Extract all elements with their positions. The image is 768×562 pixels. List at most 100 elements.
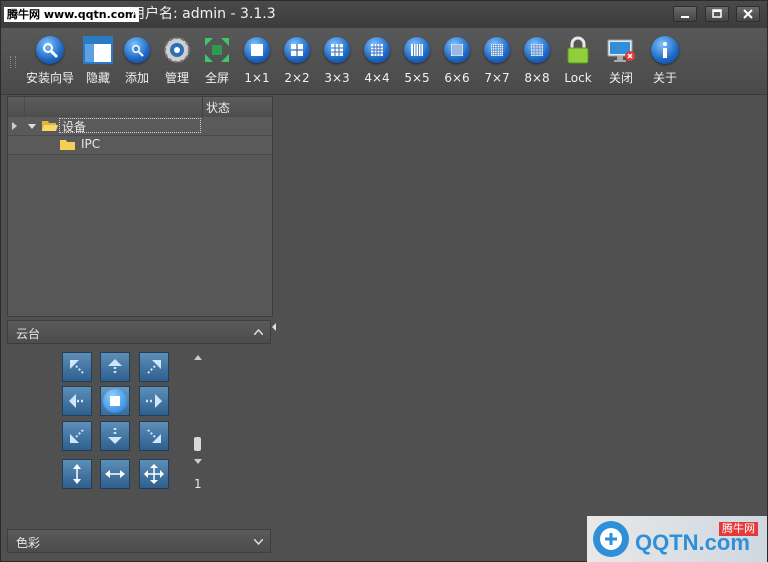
arrow-down-left-icon [70, 429, 84, 443]
tree-label-ipc: IPC [81, 137, 101, 151]
toolbar-label: 关于 [652, 71, 677, 85]
close-icon [743, 9, 753, 19]
chevron-down-icon[interactable] [254, 539, 263, 545]
vertical-arrows-icon [73, 464, 81, 484]
toolbar-label: 4×4 [364, 71, 390, 85]
ptz-left-button[interactable] [62, 386, 92, 416]
toolbar-label: 2×2 [284, 71, 310, 85]
ptz-right-button[interactable] [139, 386, 169, 416]
toolbar-wizard-button[interactable]: 安装向导 [25, 34, 75, 90]
tree-row-devices[interactable]: 设备 [8, 117, 272, 136]
layout-3x3-icon [321, 34, 353, 66]
toolbar-layout-2x2-button[interactable]: 2×2 [281, 34, 313, 90]
toolbar-layout-3x3-button[interactable]: 3×3 [321, 34, 353, 90]
ptz-speed-value: 1 [194, 477, 202, 491]
minimize-icon [681, 16, 689, 18]
stop-icon [103, 389, 127, 413]
color-title: 色彩 [16, 536, 41, 550]
layout-4x4-icon [361, 34, 393, 66]
watermark: 腾牛网 www.qqtn.com [4, 7, 140, 22]
toolbar-label: 隐藏 [85, 71, 110, 85]
brand-logo: QQTN.com 腾牛网 [587, 516, 767, 562]
main-window: 腾牛网 www.qqtn.com 用户名: admin - 3.1.3 安装向导… [0, 0, 768, 562]
ptz-up-left-button[interactable] [62, 352, 92, 382]
ptz-title: 云台 [16, 327, 41, 341]
toolbar: 安装向导 隐藏 添加 管理 全屏 1×1 2×2 3×3 4×4 5×5 6×6… [1, 28, 767, 95]
info-icon [649, 34, 681, 66]
folder-open-icon [42, 121, 58, 131]
tree-row-ipc[interactable]: IPC [8, 136, 272, 155]
toolbar-grip[interactable] [10, 56, 16, 68]
toolbar-layout-6x6-button[interactable]: 6×6 [441, 34, 473, 90]
maximize-button[interactable] [705, 6, 729, 22]
tree-label-devices: 设备 [62, 120, 87, 134]
toolbar-label: 3×3 [324, 71, 350, 85]
toolbar-fullscreen-button[interactable]: 全屏 [201, 34, 233, 90]
device-tree-panel: 状态 设备 IPC [7, 96, 273, 317]
ptz-horizontal-button[interactable] [100, 459, 130, 489]
scroll-up-icon[interactable] [194, 355, 202, 360]
arrow-down-icon [108, 428, 122, 444]
maximize-icon [712, 9, 722, 18]
toolbar-layout-1x1-button[interactable]: 1×1 [241, 34, 273, 90]
slider-thumb[interactable] [194, 437, 201, 451]
chevron-up-icon[interactable] [254, 329, 263, 335]
fullscreen-icon [201, 34, 233, 66]
toolbar-add-button[interactable]: 添加 [121, 34, 153, 90]
brand-logo-badge: 腾牛网 [719, 522, 758, 536]
status-column-header[interactable]: 状态 [206, 99, 230, 116]
arrow-left-icon [69, 394, 85, 408]
toolbar-label: 8×8 [524, 71, 550, 85]
layout-8x8-icon [521, 34, 553, 66]
toolbar-manage-button[interactable]: 管理 [161, 34, 193, 90]
toolbar-close-screen-button[interactable]: 关闭 [605, 34, 637, 90]
toolbar-label: 1×1 [244, 71, 270, 85]
toolbar-layout-8x8-button[interactable]: 8×8 [521, 34, 553, 90]
toolbar-about-button[interactable]: 关于 [649, 34, 681, 90]
video-area[interactable] [275, 96, 767, 516]
toolbar-label: 5×5 [404, 71, 430, 85]
wizard-icon [34, 34, 66, 66]
ptz-speed-slider[interactable] [193, 353, 203, 469]
gear-icon [161, 34, 193, 66]
ptz-panel-header[interactable]: 云台 [7, 320, 271, 344]
layout-1x1-icon [241, 34, 273, 66]
toolbar-label: 6×6 [444, 71, 470, 85]
toolbar-layout-7x7-button[interactable]: 7×7 [481, 34, 513, 90]
ptz-down-right-button[interactable] [139, 421, 169, 451]
arrow-up-left-icon [70, 360, 84, 374]
minimize-button[interactable] [673, 6, 697, 22]
folder-icon [60, 140, 75, 150]
layout-2x2-icon [281, 34, 313, 66]
arrow-down-right-icon [147, 429, 161, 443]
color-panel-header[interactable]: 色彩 [7, 529, 271, 553]
toolbar-label: 管理 [164, 71, 189, 85]
lock-icon [562, 34, 594, 66]
ptz-stop-button[interactable] [100, 386, 130, 416]
toolbar-label: Lock [564, 71, 592, 85]
arrow-up-icon [108, 359, 122, 375]
close-button[interactable] [736, 6, 760, 22]
ptz-up-right-button[interactable] [139, 352, 169, 382]
tree-header: 状态 [8, 97, 272, 118]
scroll-down-icon[interactable] [194, 459, 202, 464]
hide-panel-icon [82, 34, 114, 66]
toolbar-label: 安装向导 [25, 71, 74, 85]
ptz-all-direction-button[interactable] [139, 459, 169, 489]
toolbar-label: 添加 [124, 71, 149, 85]
close-screen-icon [605, 34, 637, 66]
toolbar-lock-button[interactable]: Lock [561, 34, 595, 90]
ptz-down-button[interactable] [100, 421, 130, 451]
layout-5x5-icon [401, 34, 433, 66]
search-add-icon [121, 34, 153, 66]
toolbar-hide-button[interactable]: 隐藏 [81, 34, 115, 90]
ptz-down-left-button[interactable] [62, 421, 92, 451]
toolbar-layout-4x4-button[interactable]: 4×4 [361, 34, 393, 90]
toolbar-label: 关闭 [608, 71, 633, 85]
toolbar-layout-5x5-button[interactable]: 5×5 [401, 34, 433, 90]
layout-6x6-icon [441, 34, 473, 66]
chevron-down-icon[interactable] [28, 124, 36, 129]
title-bar[interactable]: 腾牛网 www.qqtn.com 用户名: admin - 3.1.3 [1, 1, 767, 28]
ptz-zoom-vertical-button[interactable] [62, 459, 92, 489]
ptz-up-button[interactable] [100, 352, 130, 382]
